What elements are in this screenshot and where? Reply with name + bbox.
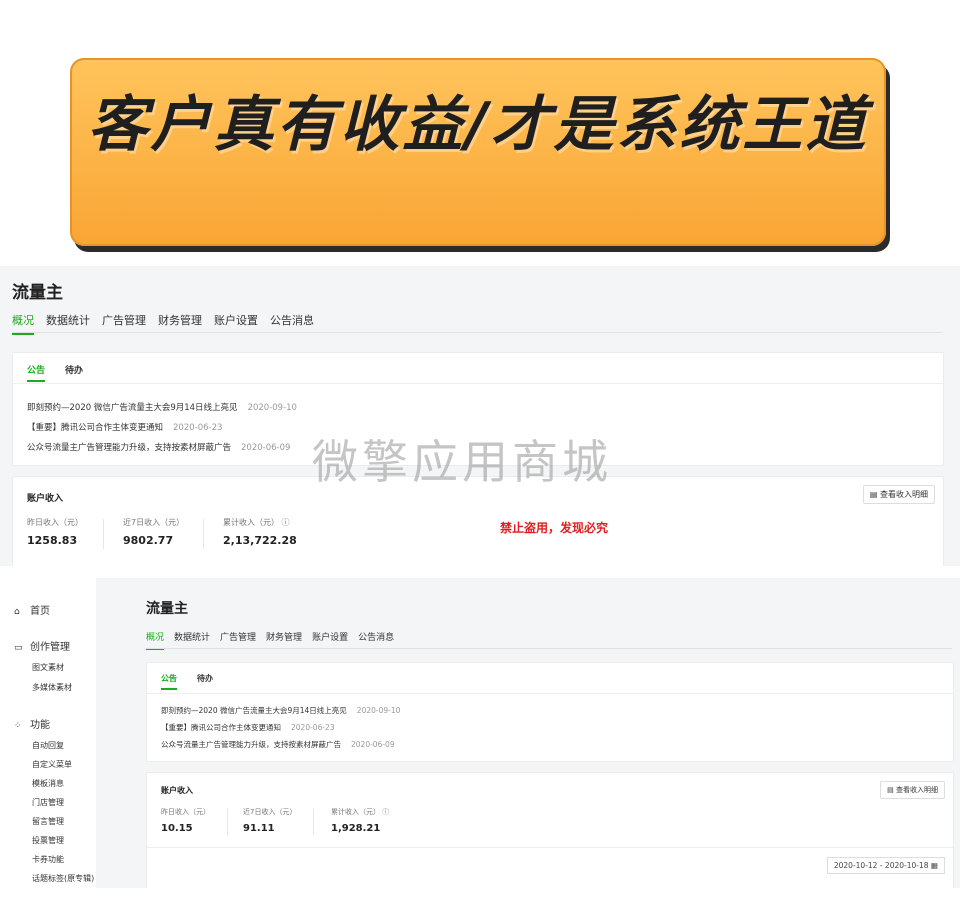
sidebar-item-home[interactable]: ⌂ 首页 xyxy=(14,602,50,617)
sidebar-item-functions[interactable]: ⁘ 功能 xyxy=(14,716,50,731)
card-tab-notice[interactable]: 公告 xyxy=(27,363,46,382)
notice-item[interactable]: 【重要】腾讯公司合作主体变更通知 2020-06-23 xyxy=(27,421,222,433)
tab-ads[interactable]: 广告管理 xyxy=(220,630,256,650)
copyright-warning: 禁止盗用，发现必究 xyxy=(500,521,609,535)
screenshot-overview-1: 流量主 概况 数据统计 广告管理 财务管理 账户设置 公告消息 公告 待办 即刻… xyxy=(0,266,960,566)
sidebar-item-creation[interactable]: ▭ 创作管理 xyxy=(14,638,70,653)
card-tab-notice[interactable]: 公告 xyxy=(161,673,177,690)
stat-total: 累计收入（元） ⓘ 2,13,722.28 xyxy=(223,518,297,547)
sidebar-subitem[interactable]: 话题标签(原专辑) xyxy=(32,873,94,884)
calendar-icon: ▦ xyxy=(930,861,938,870)
notice-item[interactable]: 即刻预约—2020 微信广告流量主大会9月14日线上亮见 2020-09-10 xyxy=(27,401,297,413)
card-tab-todo[interactable]: 待办 xyxy=(65,363,83,382)
tab-statistics[interactable]: 数据统计 xyxy=(174,630,210,650)
card-tab-todo[interactable]: 待办 xyxy=(197,673,213,690)
promo-banner: 客户真有收益/才是系统王道 xyxy=(70,58,886,246)
stat-yesterday: 昨日收入（元） 1258.83 xyxy=(27,518,83,547)
sidebar-subitem[interactable]: 图文素材 xyxy=(32,662,64,673)
card-divider xyxy=(147,847,953,848)
stat-last-7-days: 近7日收入（元） 91.11 xyxy=(243,808,297,834)
stat-total: 累计收入（元） ⓘ 1,928.21 xyxy=(331,808,390,834)
help-icon[interactable]: ⓘ xyxy=(282,518,290,527)
tab-divider xyxy=(146,648,952,649)
stat-divider xyxy=(313,809,314,835)
card-divider xyxy=(13,383,943,384)
tab-finance[interactable]: 财务管理 xyxy=(266,630,302,650)
tab-announcements[interactable]: 公告消息 xyxy=(358,630,394,650)
stat-divider xyxy=(227,809,228,835)
list-icon: ▤ xyxy=(887,786,896,794)
list-icon: ▤ xyxy=(869,490,880,499)
date-range-picker[interactable]: 2020-10-12 - 2020-10-18 ▦ xyxy=(826,857,945,874)
sidebar-subitem[interactable]: 投票管理 xyxy=(32,835,64,846)
home-icon: ⌂ xyxy=(14,607,20,617)
sidebar-subitem[interactable]: 留言管理 xyxy=(32,816,64,827)
stat-yesterday: 昨日收入（元） 10.15 xyxy=(161,808,210,834)
view-income-detail-button[interactable]: ▤ 查看收入明细 xyxy=(862,485,935,504)
notice-item[interactable]: 即刻预约—2020 微信广告流量主大会9月14日线上亮见 2020-09-10 xyxy=(161,705,400,716)
income-title: 账户收入 xyxy=(161,786,193,795)
stat-divider xyxy=(203,519,204,549)
stat-last-7-days: 近7日收入（元） 9802.77 xyxy=(123,518,185,547)
watermark: 微擎应用商城 xyxy=(312,435,612,489)
page-title: 流量主 xyxy=(12,283,63,303)
monitor-icon: ▭ xyxy=(14,643,23,653)
tab-divider xyxy=(12,332,942,333)
sidebar-subitem[interactable]: 多媒体素材 xyxy=(32,682,72,693)
sidebar-subitem[interactable]: 自动回复 xyxy=(32,740,64,751)
view-income-detail-button[interactable]: ▤ 查看收入明细 xyxy=(880,781,945,799)
help-icon[interactable]: ⓘ xyxy=(382,808,389,816)
tab-overview[interactable]: 概况 xyxy=(146,630,165,650)
sidebar-subitem[interactable]: 自定义菜单 xyxy=(32,759,72,770)
screenshot-overview-2: ⌂ 首页 ▭ 创作管理 图文素材 多媒体素材 ⁘ 功能 自动回复 自定义菜单 模板消息… xyxy=(0,578,960,888)
notice-item[interactable]: 公众号流量主广告管理能力升级，支持按素材屏蔽广告 2020-06-09 xyxy=(161,739,395,750)
income-card: 账户收入 ▤ 查看收入明细 昨日收入（元） 10.15 近7日收入（元） 91.… xyxy=(146,772,954,888)
notice-card: 公告 待办 即刻预约—2020 微信广告流量主大会9月14日线上亮见 2020-0… xyxy=(146,662,954,762)
notice-item[interactable]: 公众号流量主广告管理能力升级，支持按素材屏蔽广告 2020-06-09 xyxy=(27,441,290,453)
sidebar-subitem[interactable]: 门店管理 xyxy=(32,797,64,808)
page-title: 流量主 xyxy=(146,601,188,617)
notice-item[interactable]: 【重要】腾讯公司合作主体变更通知 2020-06-23 xyxy=(161,722,335,733)
grid-icon: ⁘ xyxy=(14,721,22,731)
stat-divider xyxy=(103,519,104,549)
main-tabs: 概况 数据统计 广告管理 财务管理 账户设置 公告消息 xyxy=(146,630,394,650)
card-divider xyxy=(147,693,953,694)
sidebar: ⌂ 首页 ▭ 创作管理 图文素材 多媒体素材 ⁘ 功能 自动回复 自定义菜单 模板消息… xyxy=(0,578,96,888)
tab-account[interactable]: 账户设置 xyxy=(312,630,348,650)
sidebar-subitem[interactable]: 模板消息 xyxy=(32,778,64,789)
income-title: 账户收入 xyxy=(27,494,64,504)
banner-title: 客户真有收益/才是系统王道 xyxy=(87,90,869,160)
sidebar-subitem[interactable]: 卡券功能 xyxy=(32,854,64,865)
